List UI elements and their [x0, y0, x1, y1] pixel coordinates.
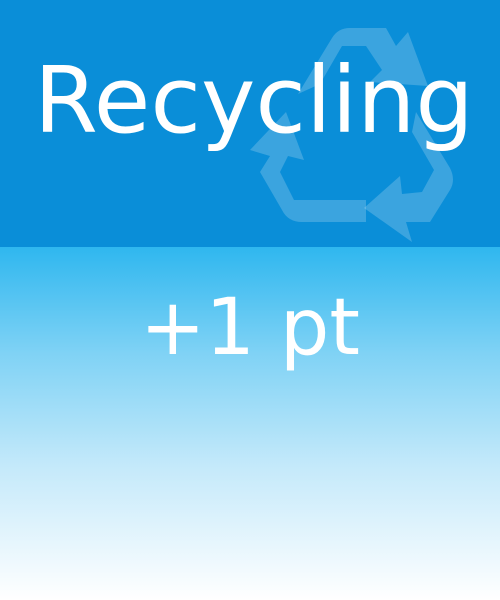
card-body: +1 pt	[0, 247, 500, 600]
card-header: Recycling	[0, 0, 500, 247]
points-value: +1 pt	[140, 283, 360, 373]
card-title: Recycling	[34, 47, 474, 154]
recycling-card: Recycling +1 pt	[0, 0, 500, 600]
